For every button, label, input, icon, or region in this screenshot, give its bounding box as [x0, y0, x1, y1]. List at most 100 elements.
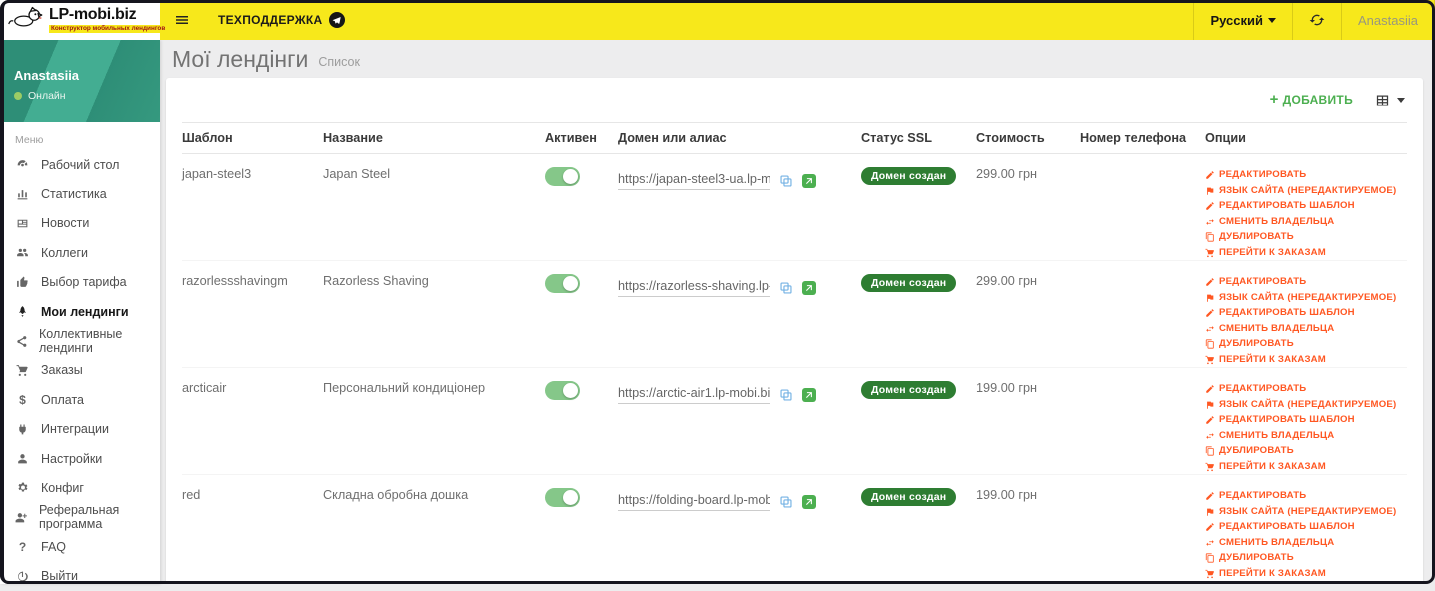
copy-domain-icon[interactable]: [779, 174, 793, 188]
open-site-icon[interactable]: [802, 388, 816, 402]
price-cell: 299.00 грн: [976, 167, 1038, 181]
domain-input[interactable]: [618, 386, 770, 404]
online-status-dot: [14, 92, 22, 100]
template-cell: japan-steel3: [182, 167, 252, 181]
active-toggle[interactable]: [545, 167, 580, 186]
table-row: arcticair Персональний кондиціонер Домен…: [182, 368, 1407, 475]
sidebar-item-payment[interactable]: $ Оплата: [0, 385, 160, 414]
option-link[interactable]: РЕДАКТИРОВАТЬ: [1205, 275, 1403, 290]
option-link[interactable]: ЯЗЫК САЙТА (НЕРЕДАКТИРУЕМОЕ): [1205, 184, 1403, 199]
active-toggle[interactable]: [545, 381, 580, 400]
edit-icon: [1205, 308, 1215, 318]
add-button-label: ДОБАВИТЬ: [1282, 93, 1353, 107]
topbar: LP-mobi.biz Конструктор мобильных лендин…: [0, 0, 1435, 40]
sidebar-item-news[interactable]: Новости: [0, 209, 160, 238]
option-link[interactable]: ПЕРЕЙТИ К ЗАКАЗАМ: [1205, 460, 1403, 475]
domain-input[interactable]: [618, 172, 770, 190]
option-link[interactable]: ПЕРЕЙТИ К ЗАКАЗАМ: [1205, 246, 1403, 261]
option-link[interactable]: РЕДАКТИРОВАТЬ ШАБЛОН: [1205, 413, 1403, 428]
domain-input[interactable]: [618, 279, 770, 297]
cart-icon: [1205, 248, 1215, 258]
sidebar-item-referral[interactable]: Реферальная программа: [0, 503, 160, 532]
open-site-icon[interactable]: [802, 174, 816, 188]
option-link[interactable]: СМЕНИТЬ ВЛАДЕЛЬЦА: [1205, 322, 1403, 337]
col-name: Название: [323, 122, 545, 154]
option-link[interactable]: ЯЗЫК САЙТА (НЕРЕДАКТИРУЕМОЕ): [1205, 398, 1403, 413]
option-link[interactable]: ЯЗЫК САЙТА (НЕРЕДАКТИРУЕМОЕ): [1205, 291, 1403, 306]
price-cell: 199.00 грн: [976, 381, 1038, 395]
sidebar-item-logout[interactable]: Выйти: [0, 561, 160, 590]
current-user-button[interactable]: Anastasiia: [1341, 0, 1435, 40]
active-toggle[interactable]: [545, 274, 580, 293]
active-toggle[interactable]: [545, 488, 580, 507]
username: Anastasiia: [1358, 12, 1418, 28]
sidebar-item-tariff[interactable]: Выбор тарифа: [0, 268, 160, 297]
option-link[interactable]: ПЕРЕЙТИ К ЗАКАЗАМ: [1205, 567, 1403, 582]
sidebar-item-config[interactable]: Конфиг: [0, 473, 160, 502]
option-link[interactable]: РЕДАКТИРОВАТЬ: [1205, 382, 1403, 397]
hamburger-menu-button[interactable]: [160, 0, 204, 40]
option-link[interactable]: РЕДАКТИРОВАТЬ ШАБЛОН: [1205, 520, 1403, 535]
open-site-icon[interactable]: [802, 281, 816, 295]
sidebar-item-my-landings[interactable]: Мои лендинги: [0, 297, 160, 326]
table-view-icon: [1376, 95, 1389, 105]
open-site-icon[interactable]: [802, 495, 816, 509]
option-link[interactable]: РЕДАКТИРОВАТЬ ШАБЛОН: [1205, 199, 1403, 214]
dog-logo-icon: [8, 5, 44, 36]
tech-support-button[interactable]: ТЕХПОДДЕРЖКА: [204, 0, 359, 40]
chevron-down-icon: [1397, 97, 1405, 103]
name-cell: Razorless Shaving: [323, 274, 429, 288]
option-link[interactable]: РЕДАКТИРОВАТЬ ШАБЛОН: [1205, 306, 1403, 321]
option-label: РЕДАКТИРОВАТЬ: [1219, 490, 1307, 501]
option-link[interactable]: СМЕНИТЬ ВЛАДЕЛЬЦА: [1205, 536, 1403, 551]
logo[interactable]: LP-mobi.biz Конструктор мобильных лендин…: [0, 0, 168, 40]
view-mode-dropdown[interactable]: [1375, 93, 1405, 108]
copy-domain-icon[interactable]: [779, 281, 793, 295]
edit-icon: [1205, 384, 1215, 394]
duplicate-icon: [1205, 553, 1215, 563]
option-link[interactable]: ДУБЛИРОВАТЬ: [1205, 337, 1403, 352]
cart-icon: [1205, 569, 1215, 579]
table-row: razorlessshavingm Razorless Shaving Доме…: [182, 261, 1407, 368]
option-link[interactable]: РЕДАКТИРОВАТЬ: [1205, 489, 1403, 504]
add-landing-button[interactable]: + ДОБАВИТЬ: [1270, 91, 1353, 109]
language-selector[interactable]: Русский: [1193, 0, 1292, 40]
col-domain: Домен или алиас: [618, 122, 861, 154]
sidebar-item-orders[interactable]: Заказы: [0, 356, 160, 385]
option-label: ДУБЛИРОВАТЬ: [1219, 231, 1294, 242]
landings-card: + ДОБАВИТЬ Шаблон Название Активен Домен…: [166, 78, 1423, 584]
price-cell: 199.00 грн: [976, 488, 1038, 502]
option-link[interactable]: ДУБЛИРОВАТЬ: [1205, 444, 1403, 459]
option-link[interactable]: ДУБЛИРОВАТЬ: [1205, 551, 1403, 566]
chevron-down-icon: [1268, 17, 1277, 23]
copy-domain-icon[interactable]: [779, 388, 793, 402]
ssl-status-badge: Домен создан: [861, 488, 957, 506]
option-link[interactable]: ДУБЛИРОВАТЬ: [1205, 230, 1403, 245]
sidebar-item-settings[interactable]: Настройки: [0, 444, 160, 473]
sidebar-item-collective-landings[interactable]: Коллективные лендинги: [0, 326, 160, 355]
refresh-button[interactable]: [1292, 0, 1341, 40]
sidebar-item-label: Интеграции: [41, 422, 110, 437]
sidebar-item-colleagues[interactable]: Коллеги: [0, 238, 160, 267]
table-row: japan-steel3 Japan Steel Домен создан 29…: [182, 154, 1407, 261]
option-link[interactable]: ЯЗЫК САЙТА (НЕРЕДАКТИРУЕМОЕ): [1205, 505, 1403, 520]
option-label: РЕДАКТИРОВАТЬ: [1219, 169, 1307, 180]
option-link[interactable]: СМЕНИТЬ ВЛАДЕЛЬЦА: [1205, 429, 1403, 444]
option-link[interactable]: ПЕРЕЙТИ К ЗАКАЗАМ: [1205, 353, 1403, 368]
ssl-status-badge: Домен создан: [861, 167, 957, 185]
copy-domain-icon[interactable]: [779, 495, 793, 509]
option-link[interactable]: СМЕНИТЬ ВЛАДЕЛЬЦА: [1205, 215, 1403, 230]
duplicate-icon: [1205, 232, 1215, 242]
swap-icon: [1205, 217, 1215, 227]
sidebar-item-dashboard[interactable]: Рабочий стол: [0, 150, 160, 179]
cart-icon: [1205, 462, 1215, 472]
sidebar-item-statistics[interactable]: Статистика: [0, 179, 160, 208]
logo-title: LP-mobi.biz: [49, 5, 137, 23]
option-label: ПЕРЕЙТИ К ЗАКАЗАМ: [1219, 353, 1326, 365]
sidebar-item-integrations[interactable]: Интеграции: [0, 415, 160, 444]
sidebar-item-faq[interactable]: ? FAQ: [0, 532, 160, 561]
plug-icon: [15, 423, 30, 436]
option-link[interactable]: РЕДАКТИРОВАТЬ: [1205, 168, 1403, 183]
domain-input[interactable]: [618, 493, 770, 511]
sidebar-item-label: Новости: [41, 216, 90, 231]
